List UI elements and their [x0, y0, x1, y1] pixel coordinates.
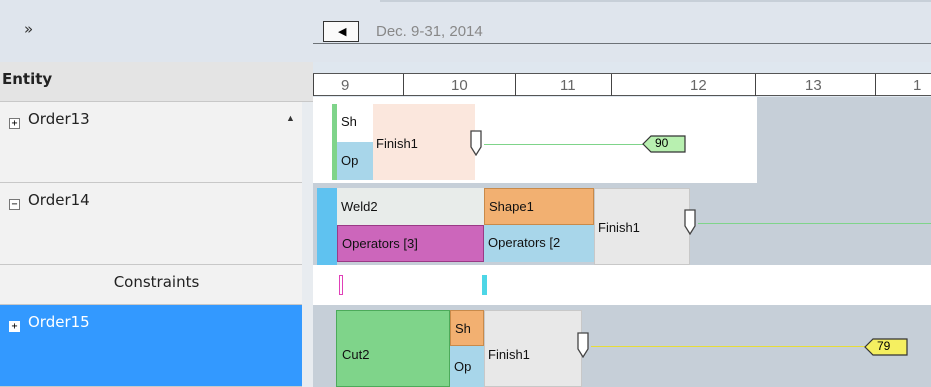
ruler-tick-label: 13	[805, 77, 822, 94]
ruler-tick-label: 9	[341, 77, 350, 94]
task-bar-shape1[interactable]: Shape1	[484, 188, 594, 225]
lane-shade	[757, 97, 931, 183]
ruler-tick-label: 11	[560, 77, 576, 94]
entity-row-order14[interactable]: − Order14	[0, 183, 313, 265]
task-bar-operators3[interactable]: Operators [3]	[337, 225, 484, 262]
triangle-left-icon: ◀	[338, 25, 347, 38]
task-bar-sh[interactable]: Sh	[337, 104, 373, 142]
ruler-tick-label: 1	[913, 77, 922, 94]
task-label: Operators [2	[488, 235, 561, 250]
connector-line	[484, 144, 644, 145]
date-ruler[interactable]: 9 10 11 12 13 1	[313, 73, 931, 96]
milestone-marker-icon[interactable]	[470, 130, 482, 156]
gantt-lane-constraints	[313, 265, 931, 305]
ruler-tick	[755, 74, 756, 96]
task-bar-operators2[interactable]: Operators [2	[484, 225, 594, 262]
gantt-lane-order13: Sh Op Finish1 90	[313, 97, 931, 183]
task-label: Sh	[341, 114, 357, 129]
task-label: Sh	[455, 321, 471, 336]
milestone-marker-icon[interactable]	[577, 332, 589, 358]
entity-header-label: Entity	[2, 70, 53, 88]
ruler-tick	[611, 74, 612, 96]
panel-splitter[interactable]	[302, 102, 313, 387]
collapse-panel-button[interactable]: »	[0, 0, 313, 62]
task-label: Op	[341, 153, 359, 168]
task-label: Finish1	[376, 136, 418, 151]
date-range-label: Dec. 9-31, 2014	[376, 23, 483, 40]
task-bar-op[interactable]: Op	[337, 142, 373, 180]
previous-range-button[interactable]: ◀	[323, 21, 359, 42]
constraint-marker-operators2[interactable]	[482, 275, 487, 295]
ruler-tick	[875, 74, 876, 96]
expand-plus-icon[interactable]: +	[9, 118, 20, 129]
task-bar-op[interactable]: Op	[450, 346, 484, 387]
deadline-flag-label: 90	[655, 136, 669, 150]
task-label: Cut2	[342, 347, 370, 362]
task-bar-weld2[interactable]: Weld2	[337, 188, 484, 225]
task-bar-finish1[interactable]: Finish1	[594, 188, 690, 265]
entity-row-label: Constraints	[113, 273, 200, 291]
timeline-top-divider	[380, 0, 931, 2]
entity-row-label: Order14	[28, 191, 90, 209]
ruler-tick	[403, 74, 404, 96]
task-label: Shape1	[489, 199, 534, 214]
timeline-divider	[313, 43, 931, 44]
constraint-marker-operators3[interactable]	[339, 275, 343, 295]
ruler-tick	[515, 74, 516, 96]
task-label: Finish1	[598, 220, 640, 235]
entity-row-label: Order13	[28, 110, 90, 128]
task-label: Op	[454, 359, 472, 374]
task-bar-sh[interactable]: Sh	[450, 310, 484, 346]
task-bar-finish1[interactable]: Finish1	[373, 104, 475, 180]
task-bar-start[interactable]	[317, 188, 337, 265]
milestone-marker-icon[interactable]	[684, 209, 696, 235]
entity-row-label: Order15	[28, 313, 90, 331]
ruler-tick	[313, 74, 314, 96]
collapse-minus-icon[interactable]: −	[9, 199, 20, 210]
ruler-tick-label: 12	[690, 77, 707, 94]
task-bar-finish1[interactable]: Finish1	[484, 310, 582, 387]
ruler-tick-label: 10	[451, 77, 468, 94]
task-label: Operators [3]	[342, 236, 418, 251]
connector-line	[698, 223, 931, 224]
gantt-lane-order15: Cut2 Sh Op Finish1 79	[313, 305, 931, 387]
entity-row-order13[interactable]: + Order13	[0, 102, 313, 183]
gantt-lane-order14: Weld2 Operators [3] Shape1 Operators [2 …	[313, 183, 931, 265]
entity-column-header[interactable]: Entity	[0, 62, 313, 102]
expand-plus-icon[interactable]: +	[9, 321, 20, 332]
task-label: Finish1	[488, 347, 530, 362]
deadline-flag-label: 79	[877, 339, 891, 353]
task-bar-cut2[interactable]: Cut2	[336, 310, 450, 387]
double-chevron-right-icon: »	[24, 20, 34, 38]
entity-row-order15[interactable]: + Order15	[0, 305, 313, 387]
entity-row-constraints[interactable]: Constraints	[0, 265, 313, 305]
lane-background	[313, 265, 931, 305]
scroll-up-arrow-icon[interactable]: ▲	[286, 113, 298, 123]
connector-line	[591, 346, 868, 347]
task-label: Weld2	[341, 199, 378, 214]
